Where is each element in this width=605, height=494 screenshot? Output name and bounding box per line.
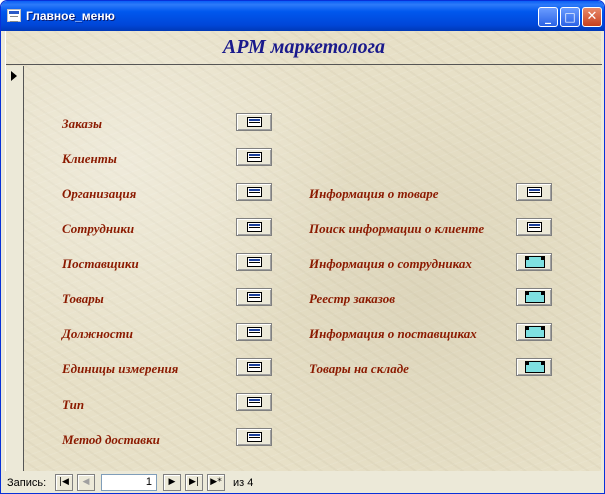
form-icon xyxy=(247,222,262,232)
close-button[interactable]: ✕ xyxy=(582,7,602,27)
form-icon xyxy=(247,117,262,127)
form-icon xyxy=(247,432,262,442)
open-suppliers-button[interactable] xyxy=(236,253,272,271)
first-record-button[interactable]: |◀ xyxy=(55,474,73,491)
maximize-icon: □ xyxy=(564,10,576,24)
form-body: АРМ маркетолога Заказы Клиенты Организац… xyxy=(5,31,602,471)
record-selector[interactable] xyxy=(6,66,24,471)
record-label: Запись: xyxy=(7,477,47,489)
open-orders-button[interactable] xyxy=(236,113,272,131)
menu-label-units: Единицы измерения xyxy=(62,361,179,376)
last-record-icon: ▶| xyxy=(189,477,199,487)
new-record-button[interactable]: ▶* xyxy=(207,474,225,491)
open-goods-button[interactable] xyxy=(236,288,272,306)
window-title: Главное_меню xyxy=(26,9,115,23)
form-icon xyxy=(247,292,262,302)
menu-label-type: Тип xyxy=(62,397,85,412)
form-icon xyxy=(247,397,262,407)
of-label: из xyxy=(233,477,245,489)
menu-label-delivery-method: Метод доставки xyxy=(62,432,160,447)
report-icon xyxy=(525,326,545,338)
menu-label-positions: Должности xyxy=(62,326,133,341)
open-supplier-report-button[interactable] xyxy=(516,323,552,341)
title-bar[interactable]: Главное_меню _ □ ✕ xyxy=(1,1,604,31)
form-header: АРМ маркетолога xyxy=(6,31,602,65)
record-number-input[interactable]: 1 xyxy=(101,474,157,491)
form-title: АРМ маркетолога xyxy=(222,36,386,58)
next-record-icon: ▶ xyxy=(168,477,176,487)
open-delivery-method-button[interactable] xyxy=(236,428,272,446)
report-icon xyxy=(525,361,545,373)
minimize-button[interactable]: _ xyxy=(538,7,558,27)
form-icon xyxy=(527,187,542,197)
menu-label-orders-register: Реестр заказов xyxy=(309,291,396,306)
open-units-button[interactable] xyxy=(236,358,272,376)
form-window-icon[interactable] xyxy=(7,9,21,22)
open-client-search-button[interactable] xyxy=(516,218,552,236)
next-record-button[interactable]: ▶ xyxy=(163,474,181,491)
previous-record-button[interactable]: ◀ xyxy=(77,474,95,491)
form-icon xyxy=(247,187,262,197)
maximize-button[interactable]: □ xyxy=(560,7,580,27)
new-record-icon: ▶* xyxy=(210,477,222,487)
menu-label-employees: Сотрудники xyxy=(62,221,135,236)
total-records: 4 xyxy=(247,477,254,489)
record-total-label: из 4 xyxy=(233,477,253,489)
report-icon xyxy=(525,291,545,303)
main-menu-window: Главное_меню _ □ ✕ АРМ маркетолога Заказ… xyxy=(0,0,605,494)
report-icon xyxy=(525,256,545,268)
minimize-icon: _ xyxy=(545,10,551,24)
open-employee-report-button[interactable] xyxy=(516,253,552,271)
first-record-icon: |◀ xyxy=(59,477,69,487)
menu-label-suppliers: Поставщики xyxy=(62,256,139,271)
last-record-button[interactable]: ▶| xyxy=(185,474,203,491)
menu-label-orders: Заказы xyxy=(62,116,102,131)
menu-label-organization: Организация xyxy=(62,186,137,201)
open-clients-button[interactable] xyxy=(236,148,272,166)
menu-label-stock-goods: Товары на складе xyxy=(309,361,409,376)
open-employees-button[interactable] xyxy=(236,218,272,236)
menu-label-client-search: Поиск информации о клиенте xyxy=(309,221,485,236)
menu-label-employee-info: Информация о сотрудниках xyxy=(309,256,472,271)
open-type-button[interactable] xyxy=(236,393,272,411)
open-organization-button[interactable] xyxy=(236,183,272,201)
open-product-info-button[interactable] xyxy=(516,183,552,201)
open-positions-button[interactable] xyxy=(236,323,272,341)
previous-record-icon: ◀ xyxy=(82,477,90,487)
form-icon xyxy=(247,257,262,267)
menu-label-product-info: Информация о товаре xyxy=(309,186,439,201)
menu-label-clients: Клиенты xyxy=(62,151,117,166)
menu-label-goods: Товары xyxy=(62,291,104,306)
record-navigation-bar: Запись: |◀ ◀ 1 ▶ ▶| ▶* из 4 xyxy=(5,473,601,493)
form-icon xyxy=(247,152,262,162)
open-stock-report-button[interactable] xyxy=(516,358,552,376)
close-icon: ✕ xyxy=(586,9,598,24)
open-orders-register-button[interactable] xyxy=(516,288,552,306)
form-icon xyxy=(247,362,262,372)
current-record-arrow-icon xyxy=(11,71,17,81)
form-icon xyxy=(527,222,542,232)
menu-label-supplier-info: Информация о поставщиках xyxy=(309,326,477,341)
form-icon xyxy=(247,327,262,337)
